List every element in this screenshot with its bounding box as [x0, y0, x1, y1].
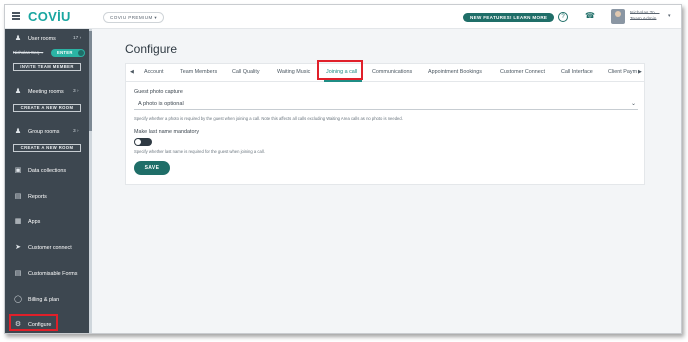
sidebar-item-data-collections[interactable]: ▣ Data collections [5, 164, 89, 178]
photo-capture-label: Guest photo capture [134, 89, 183, 95]
sidebar-item-customer-connect[interactable]: ➤ Customer connect [5, 241, 89, 255]
chevron-left-icon[interactable]: ◀ [130, 69, 134, 75]
user-role: Team Admin [630, 17, 657, 22]
tab-call-interface[interactable]: Call Interface [561, 69, 593, 75]
invite-team-member-button[interactable]: INVITE TEAM MEMBER [13, 63, 81, 71]
active-tab-indicator [324, 80, 362, 82]
data-collections-icon: ▣ [14, 167, 22, 174]
room-name: Nicholas Seq… [13, 50, 44, 55]
sidebar-item-billing[interactable]: ◯ Billing & plan [5, 293, 89, 307]
sidebar-item-label: Group rooms [28, 129, 60, 135]
sidebar: ♟ User rooms 17 › Nicholas Seq… ENTER IN… [5, 29, 89, 333]
new-features-button[interactable]: NEW FEATURES! LEARN MORE [463, 13, 555, 22]
billing-icon: ◯ [14, 296, 22, 303]
hamburger-menu-icon[interactable] [12, 12, 20, 20]
photo-capture-select[interactable]: A photo is optional ⌄ [134, 98, 638, 110]
sidebar-item-meeting-rooms[interactable]: ♟ Meeting rooms 3 › [5, 85, 89, 99]
last-name-toggle[interactable] [134, 138, 152, 146]
room-count: 3 › [73, 89, 79, 94]
chevron-down-icon: ⌄ [630, 101, 636, 107]
top-bar: COVİU COVIU PREMIUM ▾ NEW FEATURES! LEAR… [5, 5, 681, 29]
sidebar-item-label: Customer connect [28, 245, 72, 251]
reports-icon: ▤ [14, 193, 22, 200]
joining-tab-highlight [317, 60, 363, 80]
tab-client-payments[interactable]: Client Paym [608, 69, 637, 75]
sidebar-item-label: Meeting rooms [28, 89, 64, 95]
meeting-rooms-icon: ♟ [14, 88, 22, 95]
chevron-down-icon[interactable]: ▾ [668, 13, 671, 19]
sidebar-item-label: Billing & plan [28, 297, 60, 303]
tab-account[interactable]: Account [144, 69, 163, 75]
save-button[interactable]: SAVE [134, 161, 170, 175]
tab-call-quality[interactable]: Call Quality [232, 69, 260, 75]
page-title: Configure [125, 42, 178, 56]
sidebar-item-label: Reports [28, 194, 47, 200]
sidebar-item-label: User rooms [28, 36, 56, 42]
enter-room-toggle[interactable]: ENTER [51, 49, 85, 57]
settings-card: ◀ Account Team Members Call Quality Wait… [125, 63, 645, 185]
photo-capture-help: Specify whether a photo is required by t… [134, 116, 403, 121]
sidebar-item-apps[interactable]: ▦ Apps [5, 215, 89, 229]
sidebar-item-label: Customisable Forms [28, 271, 78, 277]
user-icon: ♟ [14, 35, 22, 42]
configure-highlight [9, 314, 58, 331]
phone-icon[interactable]: ☎ [585, 11, 595, 20]
tab-waiting-music[interactable]: Waiting Music [277, 69, 310, 75]
avatar[interactable] [611, 9, 625, 24]
sidebar-item-label: Data collections [28, 168, 67, 174]
plan-selector[interactable]: COVIU PREMIUM ▾ [103, 12, 165, 23]
user-menu[interactable]: Nicholas To… Team Admin [630, 11, 660, 23]
help-icon[interactable]: ? [558, 12, 568, 22]
room-status-row: Nicholas Seq… ENTER [11, 49, 85, 58]
room-count: 17 › [73, 36, 82, 41]
tab-communications[interactable]: Communications [372, 69, 412, 75]
forms-icon: ▤ [14, 270, 22, 277]
sidebar-item-user-rooms[interactable]: ♟ User rooms 17 › [5, 32, 89, 46]
chevron-right-icon[interactable]: ▶ [638, 69, 642, 75]
create-group-room-button[interactable]: CREATE A NEW ROOM [13, 144, 81, 152]
last-name-help: Specify whether last name is required fo… [134, 149, 265, 154]
photo-capture-value: A photo is optional [138, 101, 184, 107]
sidebar-item-label: Apps [28, 219, 41, 225]
apps-icon: ▦ [14, 218, 22, 225]
group-rooms-icon: ♟ [14, 128, 22, 135]
create-meeting-room-button[interactable]: CREATE A NEW ROOM [13, 104, 81, 112]
coviu-logo: COVİU [28, 9, 71, 24]
last-name-label: Make last name mandatory [134, 129, 200, 135]
sidebar-item-customisable-forms[interactable]: ▤ Customisable Forms [5, 267, 89, 281]
tab-team-members[interactable]: Team Members [180, 69, 217, 75]
sidebar-item-group-rooms[interactable]: ♟ Group rooms 3 › [5, 125, 89, 139]
tab-appointment-bookings[interactable]: Appointment Bookings [428, 69, 482, 75]
customer-connect-icon: ➤ [15, 244, 21, 251]
sidebar-scroll-thumb[interactable] [89, 31, 92, 131]
room-count: 3 › [73, 129, 79, 134]
sidebar-item-reports[interactable]: ▤ Reports [5, 190, 89, 204]
tab-customer-connect[interactable]: Customer Connect [500, 69, 545, 75]
app-window: COVİU COVIU PREMIUM ▾ NEW FEATURES! LEAR… [4, 4, 682, 334]
tab-bar: ◀ Account Team Members Call Quality Wait… [126, 64, 644, 82]
